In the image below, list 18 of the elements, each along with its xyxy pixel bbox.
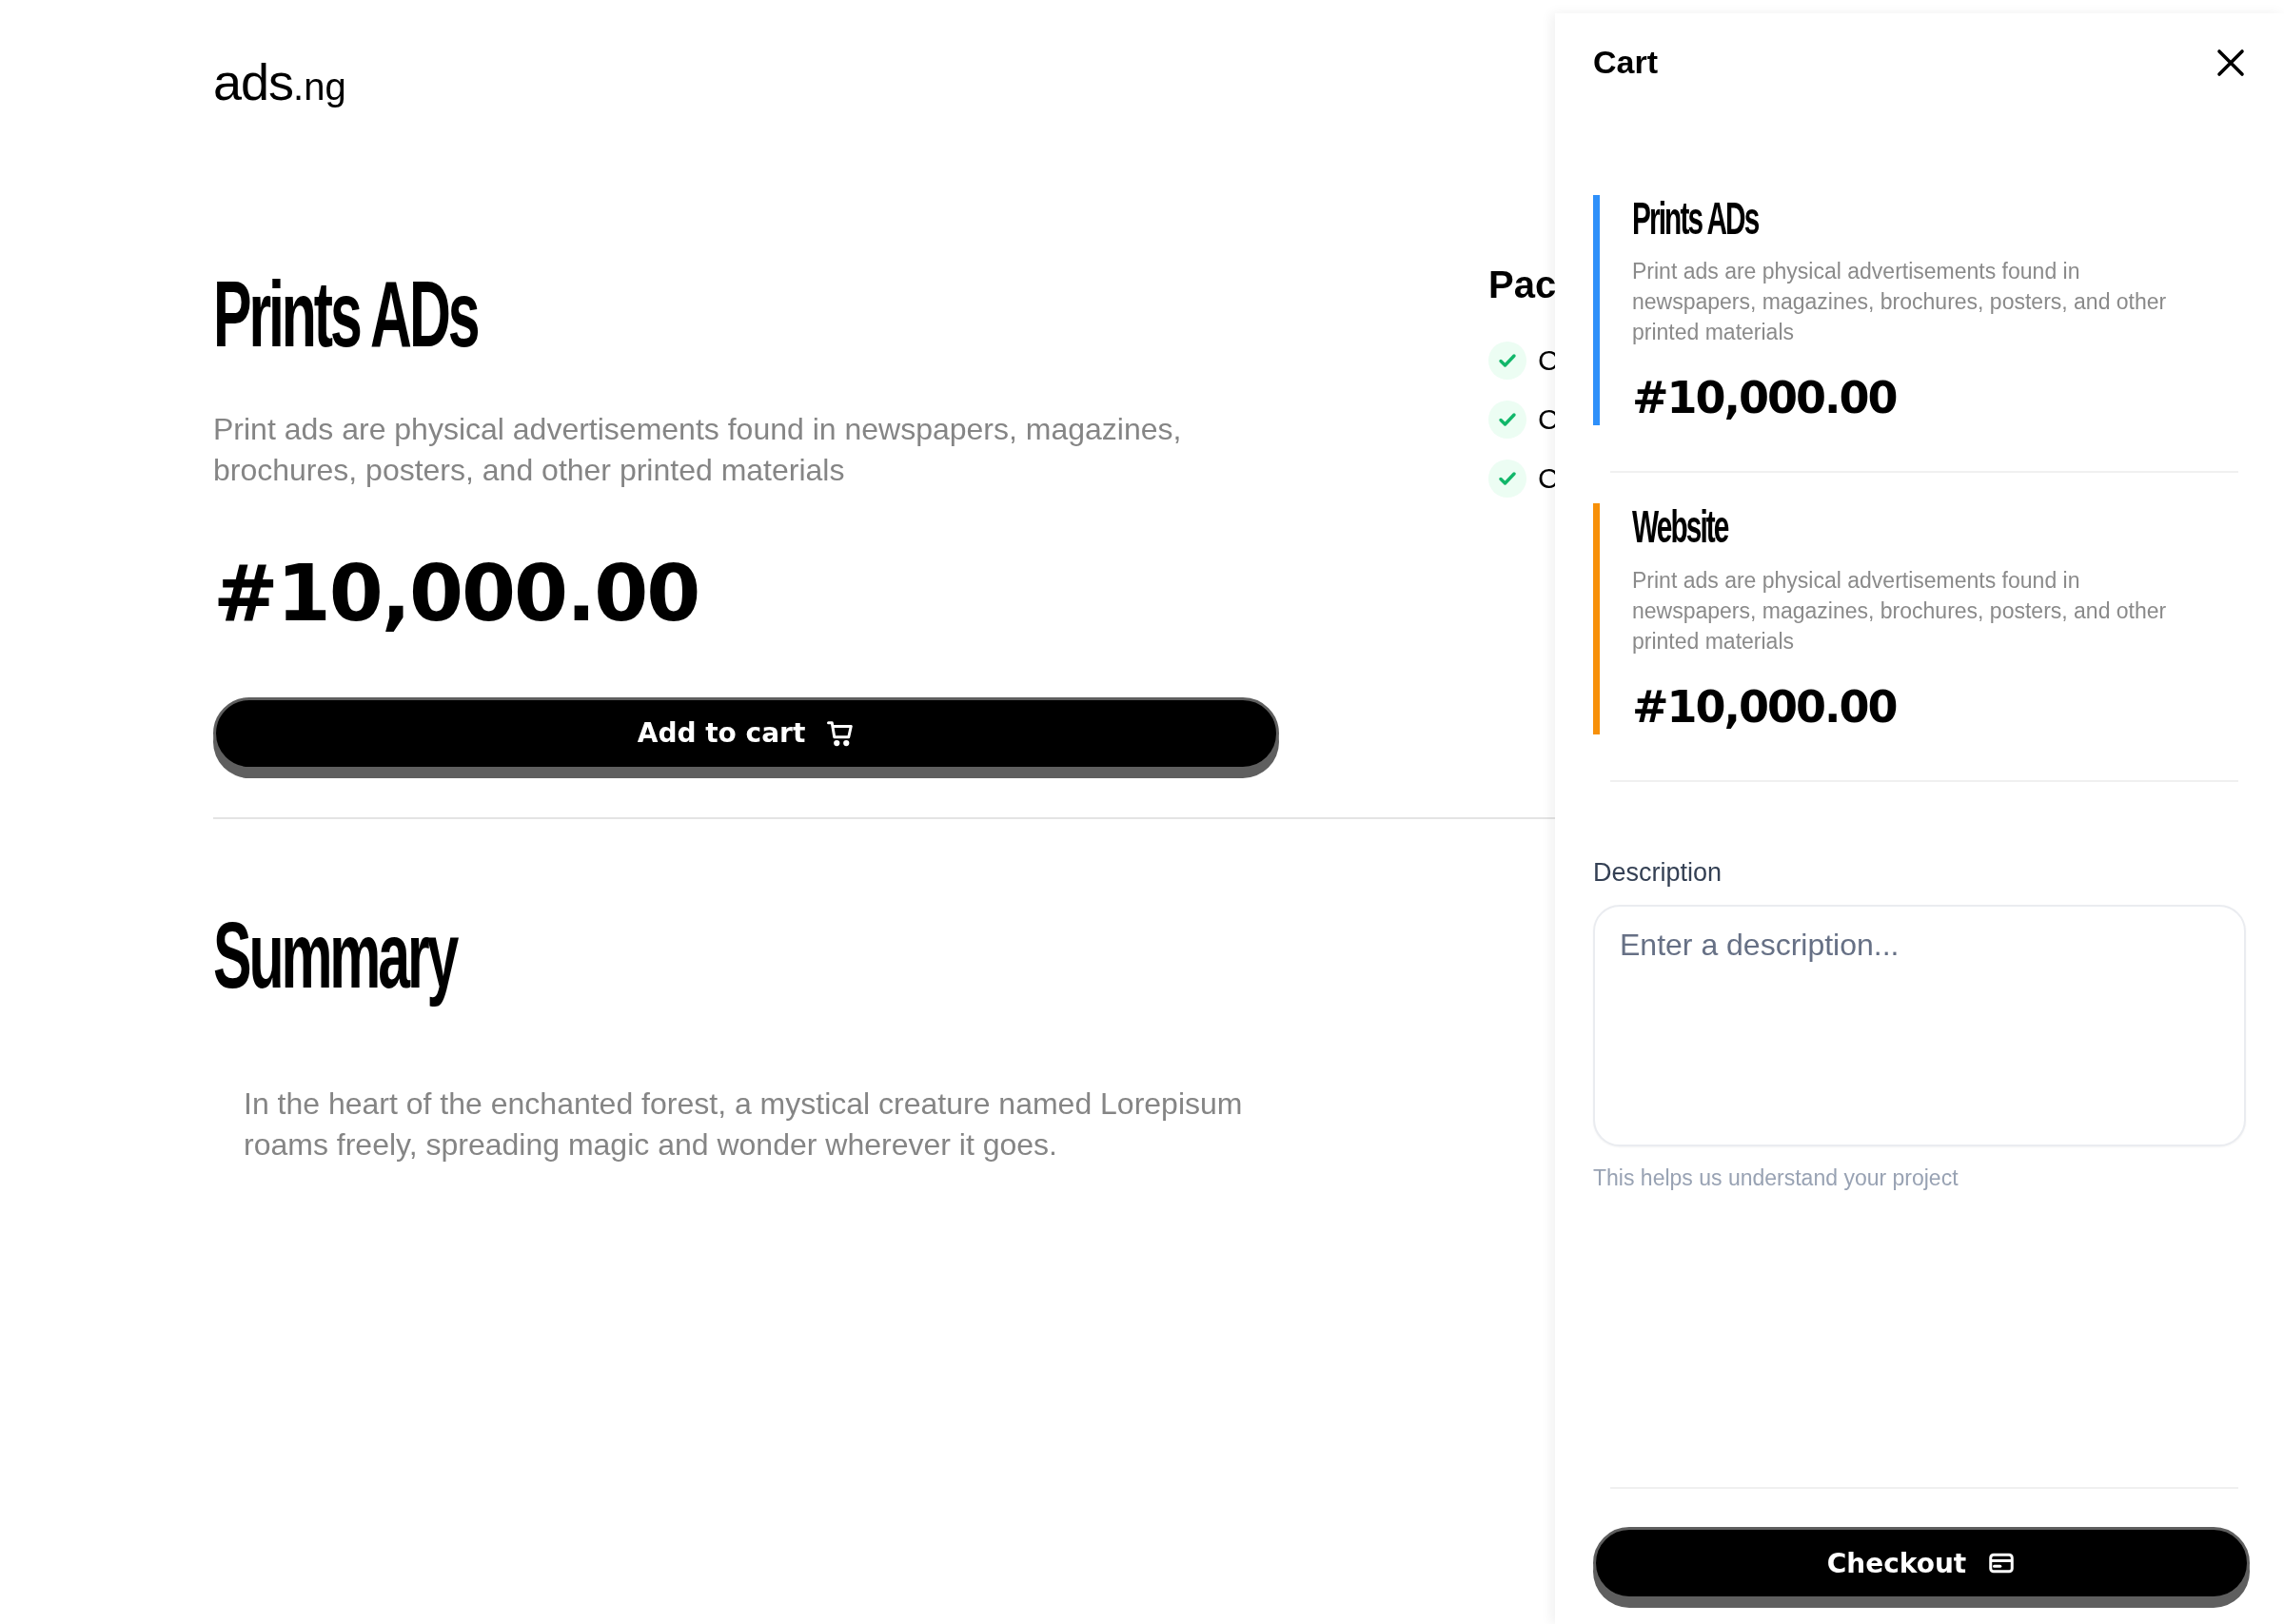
product-price: #10,000.00 (213, 547, 700, 638)
summary-heading: Summary (213, 904, 457, 1008)
cart-item-description: Print ads are physical advertisements found in newspapers, magazines, brochures, posters, and other printed materials (1632, 258, 2168, 347)
cart-item-title: Prints ADs (1632, 195, 1759, 244)
logo[interactable]: ads.ng (213, 52, 346, 111)
hint-text: This helps us understand your project (1593, 1164, 1959, 1191)
description-field[interactable]: Enter a description... (1593, 904, 2246, 1146)
cart-item-title: Website (1632, 503, 1728, 552)
cart-item-price: #10,000.00 (1632, 372, 1898, 424)
cart-title: Cart (1593, 44, 1659, 81)
summary-text: In the heart of the enchanted forest, a mystical creature named Lorepisum roams freely, spreading magic and wonder wherever it goes. (244, 1085, 1244, 1164)
cart-item-price: #10,000.00 (1632, 680, 1898, 733)
field-label: Description (1593, 857, 1723, 888)
product-description: Print ads are physical advertisements found in newspapers, magazines, brochures, posters, and other printed materials (213, 410, 1183, 489)
product-title: Prints ADs (213, 264, 478, 366)
cart-item-description: Print ads are physical advertisements found in newspapers, magazines, brochures, posters, and other printed materials (1632, 566, 2168, 655)
cart-icon (826, 718, 856, 748)
package-heading: Pac (1488, 264, 1558, 306)
